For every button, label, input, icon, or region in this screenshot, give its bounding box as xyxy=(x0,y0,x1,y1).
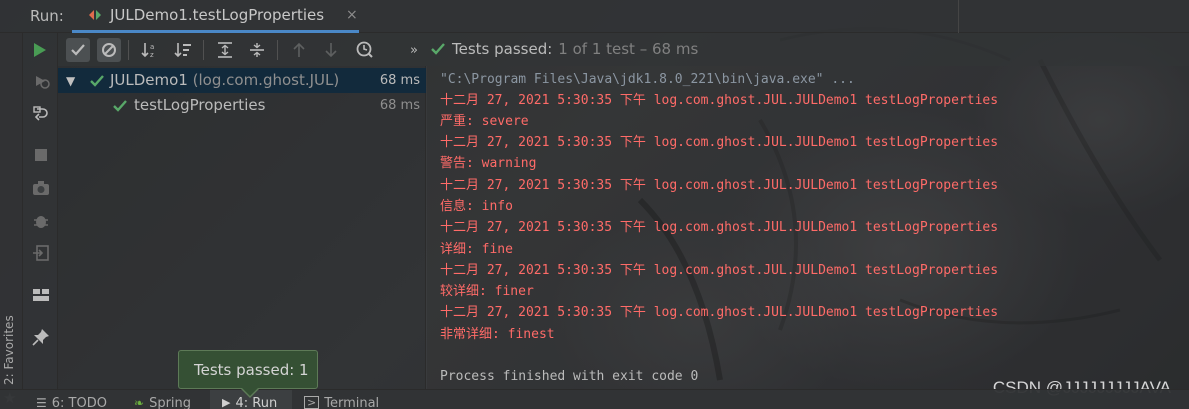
show-ignored-icon[interactable] xyxy=(97,38,121,62)
prev-failed-icon[interactable] xyxy=(287,38,311,62)
expand-all-icon[interactable] xyxy=(213,38,237,62)
passed-check-icon xyxy=(113,100,127,112)
svg-text:a: a xyxy=(150,43,154,51)
tree-node-package: (log.com.ghost.JUL) xyxy=(192,71,340,89)
terminal-label: Terminal xyxy=(324,396,380,409)
console-log-line: 十二月 27, 2021 5:30:35 下午 log.com.ghost.JU… xyxy=(440,263,999,278)
console-output[interactable]: "C:\Program Files\Java\jdk1.8.0_221\bin\… xyxy=(427,66,1189,397)
history-icon[interactable] xyxy=(353,38,377,62)
todo-tool-button[interactable]: ☰ 6: TODO xyxy=(36,390,118,409)
test-summary: Tests passed: 1 of 1 test – 68 ms xyxy=(430,40,698,58)
sort-duration-icon[interactable] xyxy=(171,38,195,62)
test-runner-toolbar: az » Tests passed: 1 of 1 test – 68 ms xyxy=(34,33,1189,66)
tree-node-testlogproperties[interactable]: testLogProperties 68 ms xyxy=(58,93,426,118)
expand-arrow-icon[interactable]: ▼ xyxy=(66,74,75,88)
test-results-tree: ▼ JULDemo1 (log.com.ghost.JUL) 68 ms tes… xyxy=(58,66,426,389)
spring-tool-button[interactable]: ❧ Spring xyxy=(134,390,204,409)
run-tab-title: JULDemo1.testLogProperties xyxy=(110,6,325,24)
terminal-icon: > xyxy=(304,396,320,409)
run-configuration-tab[interactable]: JULDemo1.testLogProperties × xyxy=(72,0,359,33)
passed-check-icon xyxy=(431,43,445,55)
rerun-failed-icon[interactable] xyxy=(31,71,51,91)
svg-text:z: z xyxy=(150,51,154,58)
console-log-line: 信息: info xyxy=(440,199,513,214)
header-divider xyxy=(958,0,959,33)
stop-icon[interactable] xyxy=(31,145,51,165)
tree-node-class-name: JULDemo1 xyxy=(110,71,188,89)
toolbar-separator xyxy=(128,40,129,60)
show-passed-icon[interactable] xyxy=(66,38,90,62)
tree-node-juldemo1[interactable]: ▼ JULDemo1 (log.com.ghost.JUL) 68 ms xyxy=(58,68,426,93)
console-log-line: 非常详细: finest xyxy=(440,327,555,342)
passed-check-icon xyxy=(90,75,104,87)
tree-node-label: JULDemo1 (log.com.ghost.JUL) xyxy=(110,71,339,89)
run-actions-column xyxy=(23,33,58,389)
debug-icon[interactable] xyxy=(31,211,51,231)
run-small-icon: ▶ xyxy=(222,396,231,409)
test-run-config-icon xyxy=(89,10,101,20)
layout-icon[interactable] xyxy=(31,285,51,305)
run-tool-window-header: Run: JULDemo1.testLogProperties × xyxy=(0,0,1189,33)
console-log-line: 十二月 27, 2021 5:30:35 下午 log.com.ghost.JU… xyxy=(440,305,999,320)
balloon-text: Tests passed: 1 xyxy=(194,360,309,379)
spring-label: Spring xyxy=(149,396,192,409)
terminal-tool-button[interactable]: > Terminal xyxy=(304,390,394,409)
run-label: Run: xyxy=(30,7,64,25)
rerun-icon[interactable] xyxy=(31,104,51,124)
left-tool-strip: 2: Favorites ★ xyxy=(0,33,23,407)
console-exit-message: Process finished with exit code 0 xyxy=(440,369,699,384)
sort-alpha-icon[interactable]: az xyxy=(138,38,162,62)
favorites-tool-button[interactable]: 2: Favorites xyxy=(2,315,16,385)
list-icon: ☰ xyxy=(36,396,47,409)
pin-icon[interactable] xyxy=(31,327,51,347)
toolbar-separator xyxy=(203,40,204,60)
console-log-line: 十二月 27, 2021 5:30:35 下午 log.com.ghost.JU… xyxy=(440,220,999,235)
tree-node-duration: 68 ms xyxy=(379,98,420,113)
console-log-line: 十二月 27, 2021 5:30:35 下午 log.com.ghost.JU… xyxy=(440,135,999,150)
console-log-line: 十二月 27, 2021 5:30:35 下午 log.com.ghost.JU… xyxy=(440,93,999,108)
balloon-tail-inner xyxy=(241,387,259,396)
console-log-line: 较详细: finer xyxy=(440,284,534,299)
spring-leaf-icon: ❧ xyxy=(134,396,145,409)
collapse-all-icon[interactable] xyxy=(245,38,269,62)
bottom-tool-window-bar: ☰ 6: TODO ❧ Spring ▶ 4: Run > Terminal xyxy=(0,389,1189,409)
next-failed-icon[interactable] xyxy=(319,38,343,62)
console-command-line: "C:\Program Files\Java\jdk1.8.0_221\bin\… xyxy=(440,72,855,87)
close-tab-icon[interactable]: × xyxy=(346,7,358,23)
tree-node-method-name: testLogProperties xyxy=(134,96,266,114)
summary-detail-text: 1 of 1 test – 68 ms xyxy=(558,40,699,58)
tests-passed-balloon[interactable]: Tests passed: 1 xyxy=(178,350,318,389)
toolbar-separator xyxy=(277,40,278,60)
console-log-line: 警告: warning xyxy=(440,156,537,171)
exit-icon[interactable] xyxy=(31,243,51,263)
snapshot-icon[interactable] xyxy=(31,178,51,198)
todo-label: 6: TODO xyxy=(51,396,107,409)
console-log-line: 十二月 27, 2021 5:30:35 下午 log.com.ghost.JU… xyxy=(440,178,999,193)
run-icon[interactable] xyxy=(28,38,52,62)
more-icon[interactable]: » xyxy=(402,38,426,62)
console-log-line: 严重: severe xyxy=(440,114,529,129)
console-log-line: 详细: fine xyxy=(440,242,513,257)
tree-node-duration: 68 ms xyxy=(379,73,420,88)
summary-main-text: Tests passed: xyxy=(452,40,553,58)
